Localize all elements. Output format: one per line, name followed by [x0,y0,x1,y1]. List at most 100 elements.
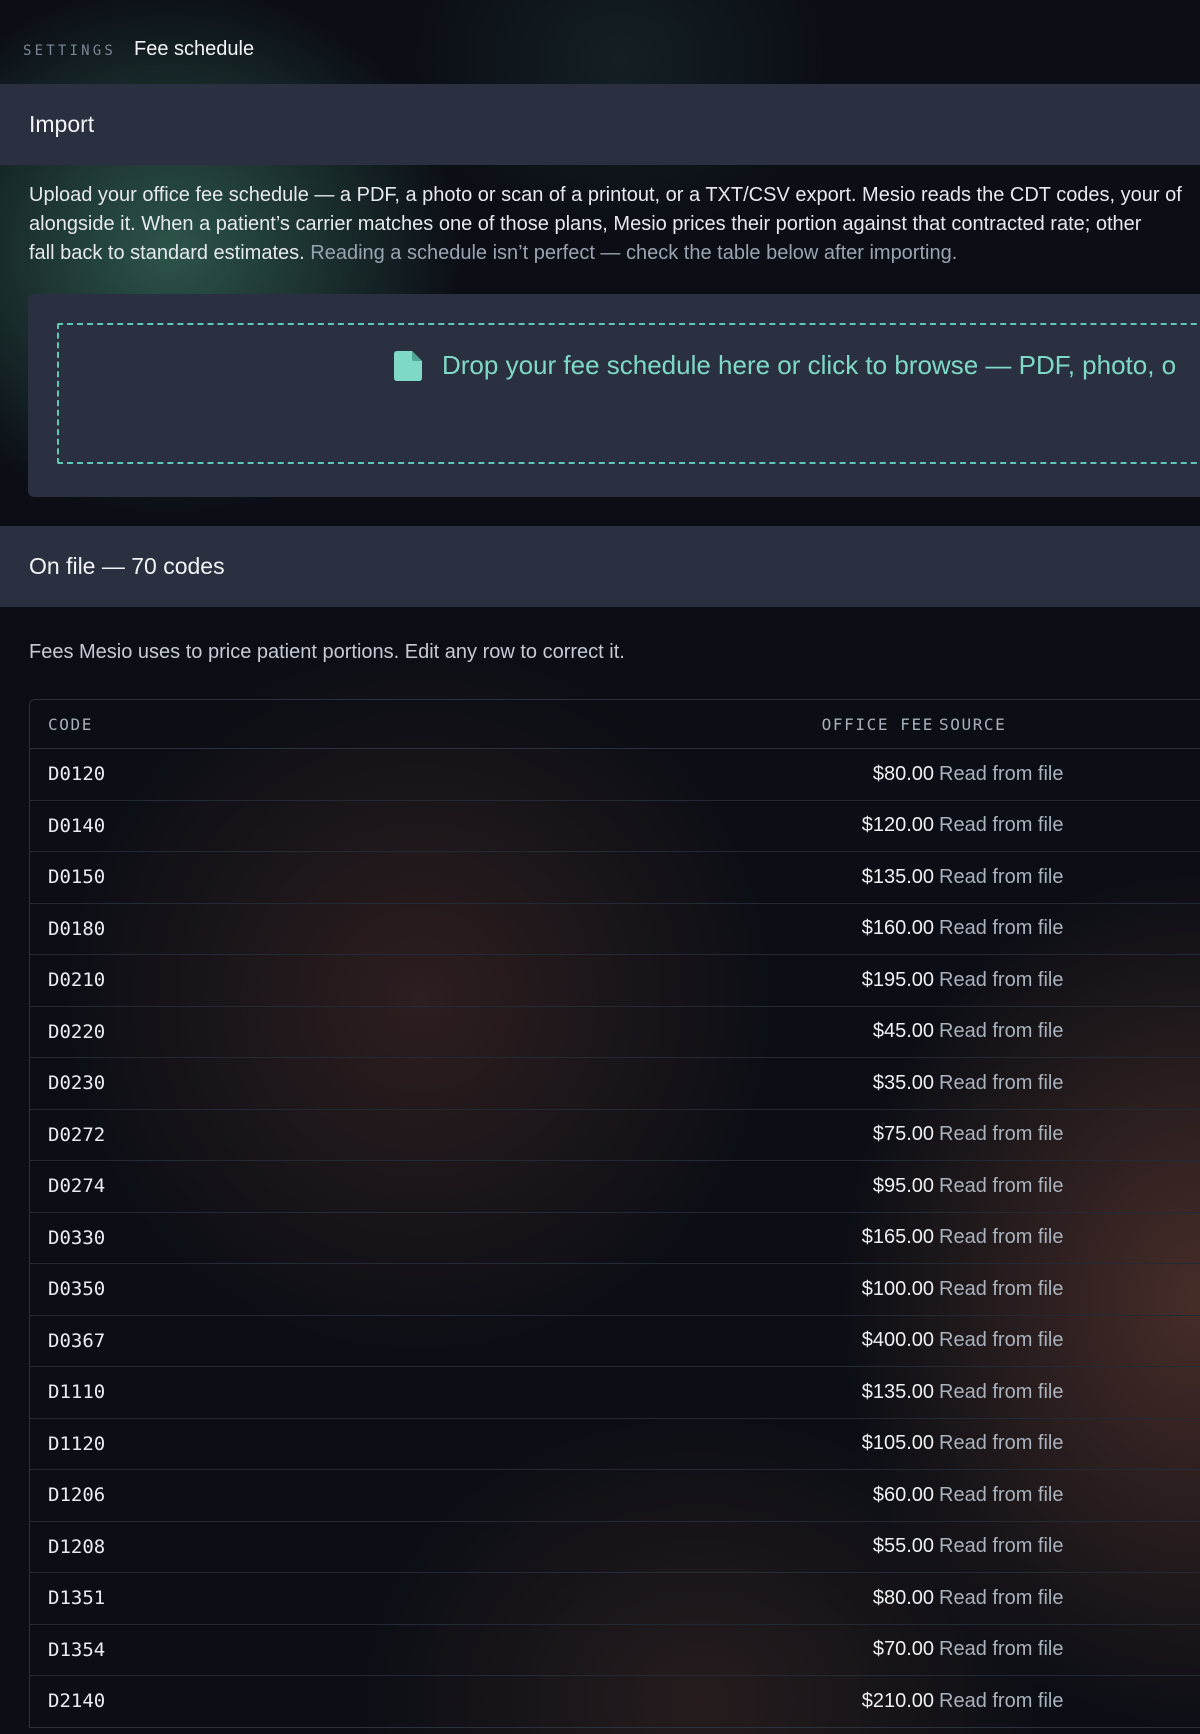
file-dropzone[interactable] [57,323,1200,464]
cell-code: D0140 [48,814,106,837]
cell-source: Read from file [939,1483,1064,1506]
cell-code: D0330 [48,1226,106,1249]
import-card: Drop your fee schedule here or click to … [28,294,1200,497]
cell-source: Read from file [939,762,1064,785]
cell-office-fee[interactable]: $70.00 [873,1638,934,1661]
table-row[interactable]: D1351 $80.00 Read from file [30,1573,1200,1625]
fee-table: CODE OFFICE FEE SOURCE D0120 $80.00 Read f… [29,699,1200,1728]
table-row[interactable]: D0180 $160.00 Read from file [30,904,1200,955]
cell-office-fee[interactable]: $80.00 [873,1587,934,1610]
import-description-line-3-text: fall back to standard estimates. [29,242,311,264]
import-description-line-1: Upload your office fee schedule — a PDF,… [29,184,1182,206]
table-row[interactable]: D0230 $35.00 Read from file [30,1058,1200,1110]
page-title: Fee schedule [134,38,255,60]
cell-code: D0120 [48,763,106,786]
cell-code: D0272 [48,1123,106,1146]
cell-source: Read from file [939,814,1064,837]
table-row[interactable]: D0274 $95.00 Read from file [30,1161,1200,1213]
cell-code: D0220 [48,1020,106,1043]
cell-code: D1206 [48,1484,106,1507]
dropzone-label[interactable]: Drop your fee schedule here or click to … [442,350,1176,381]
table-row[interactable]: D0120 $80.00 Read from file [30,749,1200,801]
cell-office-fee[interactable]: $75.00 [873,1123,934,1146]
cell-office-fee[interactable]: $160.00 [862,917,934,940]
cell-code: D0350 [48,1278,106,1301]
dropzone-content[interactable]: Drop your fee schedule here or click to … [394,350,1176,381]
table-row[interactable]: D1208 $55.00 Read from file [30,1522,1200,1573]
cell-code: D0150 [48,866,106,889]
cell-source: Read from file [939,1174,1064,1197]
cell-source: Read from file [939,1071,1064,1094]
table-row[interactable]: D1354 $70.00 Read from file [30,1625,1200,1676]
cell-office-fee[interactable]: $135.00 [862,1381,934,1404]
cell-office-fee[interactable]: $105.00 [862,1432,934,1455]
table-row[interactable]: D1120 $105.00 Read from file [30,1419,1200,1470]
cell-office-fee[interactable]: $400.00 [862,1329,934,1352]
cell-source: Read from file [939,1535,1064,1558]
cell-source: Read from file [939,1432,1064,1455]
table-row[interactable]: D0150 $135.00 Read from file [30,852,1200,904]
breadcrumb-section[interactable]: SETTINGS [23,43,116,59]
cell-code: D0367 [48,1329,106,1352]
cell-code: D1120 [48,1432,106,1455]
cell-code: D2140 [48,1690,106,1713]
import-description: Upload your office fee schedule — a PDF,… [29,181,1200,268]
breadcrumb: SETTINGS Fee schedule [23,38,254,61]
cell-source: Read from file [939,1277,1064,1300]
cell-code: D0274 [48,1175,106,1198]
cell-office-fee[interactable]: $210.00 [862,1690,934,1713]
import-section-header: Import [0,84,1200,165]
cell-code: D0210 [48,969,106,992]
cell-source: Read from file [939,1020,1064,1043]
table-row[interactable]: D0210 $195.00 Read from file [30,955,1200,1007]
cell-office-fee[interactable]: $195.00 [862,969,934,992]
cell-code: D1110 [48,1381,106,1404]
table-header: CODE OFFICE FEE SOURCE [30,700,1200,749]
column-header-office-fee[interactable]: OFFICE FEE [822,715,934,734]
import-section-title: Import [29,111,95,137]
cell-code: D1354 [48,1638,106,1661]
cell-source: Read from file [939,1226,1064,1249]
column-header-code[interactable]: CODE [48,715,93,734]
cell-source: Read from file [939,1586,1064,1609]
table-row[interactable]: D0140 $120.00 Read from file [30,801,1200,852]
file-icon [394,350,422,381]
cell-code: D1208 [48,1535,106,1558]
import-accuracy-note: Reading a schedule isn’t perfect — check… [310,242,958,264]
onfile-section-title: On file — 70 codes [29,553,225,579]
onfile-section-header: On file — 70 codes [0,526,1200,607]
cell-office-fee[interactable]: $60.00 [873,1484,934,1507]
cell-office-fee[interactable]: $100.00 [862,1278,934,1301]
table-row[interactable]: D2140 $210.00 Read from file [30,1676,1200,1727]
table-row[interactable]: D0272 $75.00 Read from file [30,1110,1200,1161]
cell-office-fee[interactable]: $135.00 [862,866,934,889]
import-description-line-2: alongside it. When a patient’s carrier m… [29,213,1142,235]
cell-office-fee[interactable]: $120.00 [862,814,934,837]
cell-source: Read from file [939,1380,1064,1403]
table-row[interactable]: D1110 $135.00 Read from file [30,1367,1200,1419]
cell-source: Read from file [939,968,1064,991]
table-row[interactable]: D1206 $60.00 Read from file [30,1470,1200,1522]
table-body: D0120 $80.00 Read from file D0140 $120.00 Rea… [30,749,1200,1727]
cell-code: D1351 [48,1587,106,1610]
cell-office-fee[interactable]: $45.00 [873,1020,934,1043]
cell-source: Read from file [939,1689,1064,1712]
cell-code: D0180 [48,917,106,940]
table-row[interactable]: D0350 $100.00 Read from file [30,1264,1200,1316]
cell-source: Read from file [939,1638,1064,1661]
cell-source: Read from file [939,1329,1064,1352]
onfile-description: Fees Mesio uses to price patient portion… [29,641,625,663]
table-row[interactable]: D0220 $45.00 Read from file [30,1007,1200,1058]
cell-office-fee[interactable]: $35.00 [873,1072,934,1095]
table-row[interactable]: D0330 $165.00 Read from file [30,1213,1200,1264]
cell-code: D0230 [48,1072,106,1095]
cell-source: Read from file [939,865,1064,888]
table-row[interactable]: D0367 $400.00 Read from file [30,1316,1200,1367]
cell-office-fee[interactable]: $55.00 [873,1535,934,1558]
cell-office-fee[interactable]: $80.00 [873,763,934,786]
cell-office-fee[interactable]: $165.00 [862,1226,934,1249]
import-description-line-3: fall back to standard estimates. Reading… [29,239,1200,268]
column-header-source[interactable]: SOURCE [939,715,1006,734]
cell-source: Read from file [939,1123,1064,1146]
cell-office-fee[interactable]: $95.00 [873,1175,934,1198]
